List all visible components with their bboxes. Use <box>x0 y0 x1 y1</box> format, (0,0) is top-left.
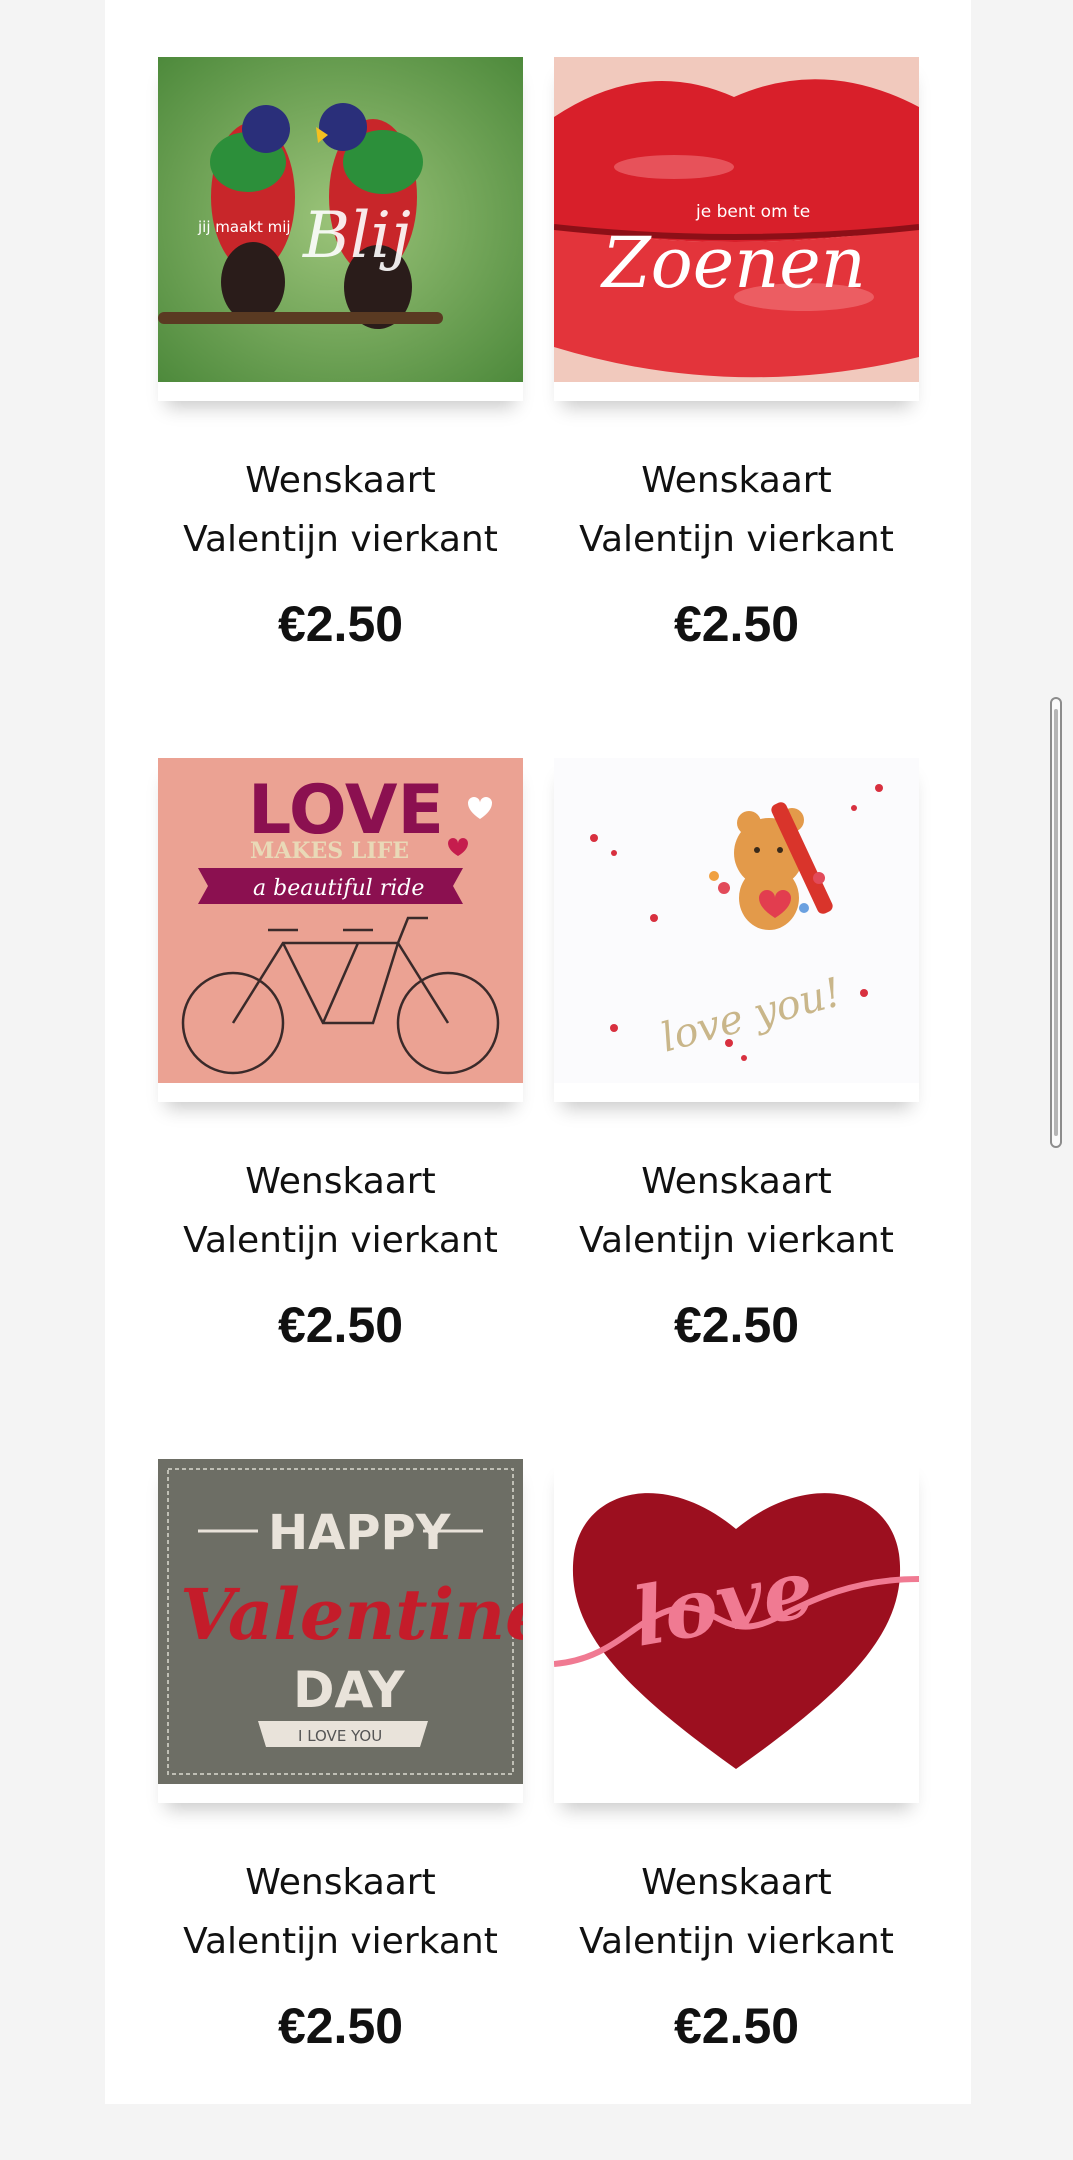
product-card[interactable]: jij maakt mij Blij Wenskaart Valentijn v… <box>158 57 523 758</box>
product-title-line1: Wenskaart <box>245 1161 436 1202</box>
product-title-line2: Valentijn vierkant <box>579 1921 894 1962</box>
card-text: HAPPY <box>268 1505 452 1561</box>
product-title[interactable]: Wenskaart Valentijn vierkant <box>158 1853 523 1971</box>
product-title[interactable]: Wenskaart Valentijn vierkant <box>554 1152 919 1270</box>
red-lips-card-image[interactable]: je bent om te Zoenen <box>554 57 919 401</box>
product-title-line2: Valentijn vierkant <box>183 519 498 560</box>
card-text: Zoenen <box>600 222 866 304</box>
product-title-line2: Valentijn vierkant <box>579 1220 894 1261</box>
product-list-page: jij maakt mij Blij Wenskaart Valentijn v… <box>105 0 971 2104</box>
product-title[interactable]: Wenskaart Valentijn vierkant <box>554 1853 919 1971</box>
product-price: €2.50 <box>673 1998 800 2054</box>
product-card[interactable]: love you! Wenskaart Valentijn vierkant €… <box>554 758 919 1459</box>
product-title-line1: Wenskaart <box>245 1862 436 1903</box>
product-title-line2: Valentijn vierkant <box>579 519 894 560</box>
product-price: €2.50 <box>277 596 404 652</box>
card-text: Blij <box>302 199 411 273</box>
product-price: €2.50 <box>673 596 800 652</box>
red-heart-love-card-image[interactable]: love <box>554 1459 919 1803</box>
card-text: DAY <box>293 1661 405 1719</box>
teddy-bear-card-image[interactable]: love you! <box>554 758 919 1102</box>
product-title-line2: Valentijn vierkant <box>183 1921 498 1962</box>
product-title-line1: Wenskaart <box>641 1862 832 1903</box>
product-title-line1: Wenskaart <box>641 1161 832 1202</box>
scrollbar-thumb[interactable] <box>1054 709 1058 1136</box>
product-card[interactable]: love Wenskaart Valentijn vierkant €2.50 <box>554 1459 919 2160</box>
card-text: je bent om te <box>695 202 810 222</box>
product-card[interactable]: je bent om te Zoenen Wenskaart Valentijn… <box>554 57 919 758</box>
product-grid: jij maakt mij Blij Wenskaart Valentijn v… <box>158 57 919 2160</box>
card-text: I LOVE YOU <box>298 1727 382 1745</box>
product-title[interactable]: Wenskaart Valentijn vierkant <box>158 1152 523 1270</box>
product-price: €2.50 <box>277 1297 404 1353</box>
product-card[interactable]: HAPPY Valentine's DAY I LOVE YOU Wenskaa… <box>158 1459 523 2160</box>
card-text: MAKES LIFE <box>250 838 409 864</box>
lovebirds-card-image[interactable]: jij maakt mij Blij <box>158 57 523 401</box>
card-text: jij maakt mij <box>197 218 291 236</box>
tandem-bicycle-card-image[interactable]: LOVE MAKES LIFE a beautiful ride <box>158 758 523 1102</box>
product-price: €2.50 <box>277 1998 404 2054</box>
product-card[interactable]: LOVE MAKES LIFE a beautiful ride Wenskaa… <box>158 758 523 1459</box>
product-title-line1: Wenskaart <box>245 460 436 501</box>
product-title-line1: Wenskaart <box>641 460 832 501</box>
vertical-scrollbar[interactable] <box>1050 697 1062 1148</box>
product-title[interactable]: Wenskaart Valentijn vierkant <box>554 451 919 569</box>
product-price: €2.50 <box>673 1297 800 1353</box>
card-text: Valentine's <box>180 1573 523 1656</box>
happy-valentines-card-image[interactable]: HAPPY Valentine's DAY I LOVE YOU <box>158 1459 523 1803</box>
product-title-line2: Valentijn vierkant <box>183 1220 498 1261</box>
card-text: a beautiful ride <box>253 876 424 901</box>
product-title[interactable]: Wenskaart Valentijn vierkant <box>158 451 523 569</box>
